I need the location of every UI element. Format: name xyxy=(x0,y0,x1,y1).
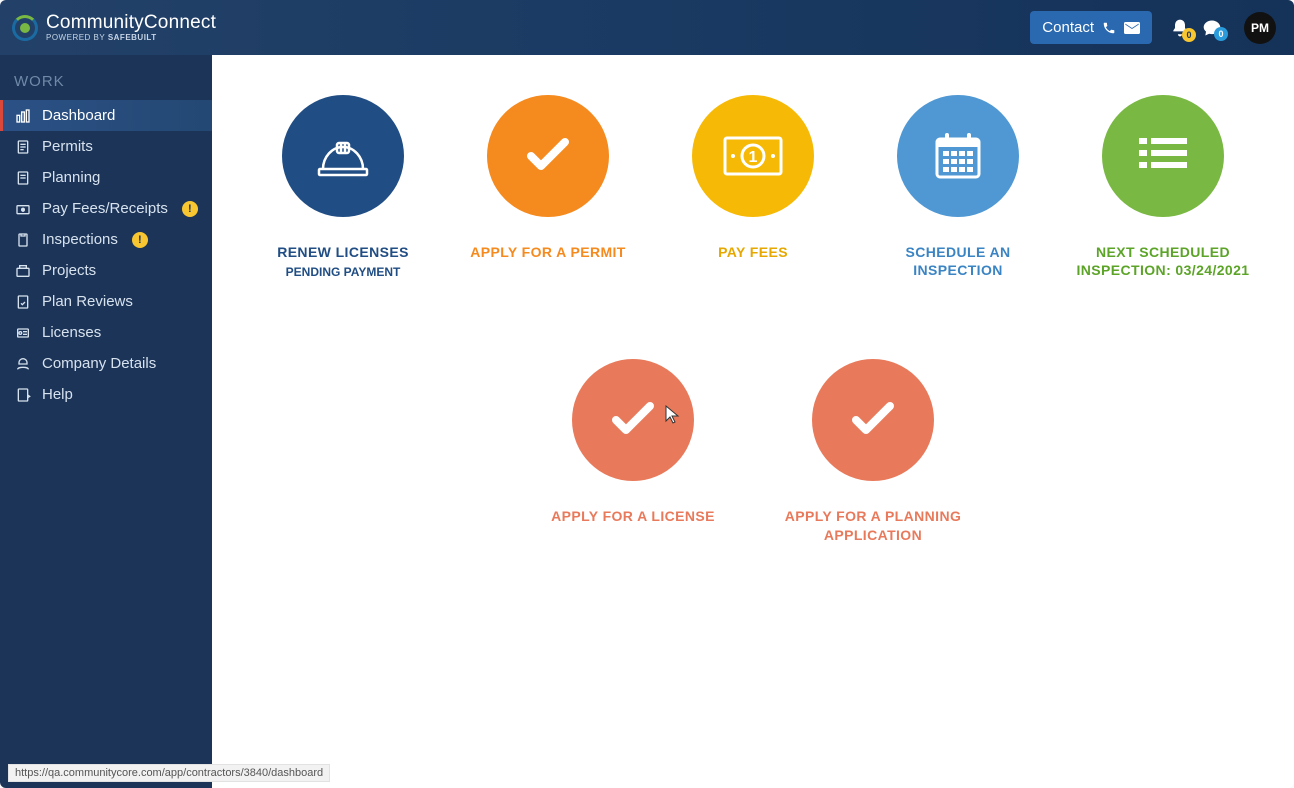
tile-apply-for-a-license[interactable]: APPLY FOR A LICENSE xyxy=(543,359,723,543)
hardhat-icon xyxy=(282,95,404,217)
brand-subtitle: POWERED BY SAFEbuilt xyxy=(46,34,216,42)
nav-icon xyxy=(14,139,32,155)
notifications-bell[interactable]: 0 xyxy=(1170,17,1190,39)
header: CommunityConnect POWERED BY SAFEbuilt Co… xyxy=(0,0,1294,55)
sidebar-item-label: Company Details xyxy=(42,355,156,372)
sidebar-item-permits[interactable]: Permits xyxy=(0,131,212,162)
tile-apply-for-a-permit[interactable]: APPLY FOR A PERMIT xyxy=(458,95,638,279)
tile-next-scheduled-inspection-03-24-2021[interactable]: NEXT SCHEDULED INSPECTION: 03/24/2021 xyxy=(1073,95,1253,279)
check-icon xyxy=(572,359,694,481)
nav-icon xyxy=(14,294,32,310)
sidebar-item-label: Dashboard xyxy=(42,107,115,124)
messages-chat[interactable]: 0 xyxy=(1202,18,1222,38)
nav-icon xyxy=(14,232,32,248)
sidebar-item-inspections[interactable]: Inspections! xyxy=(0,224,212,255)
avatar-initials: PM xyxy=(1251,21,1269,35)
nav-icon xyxy=(14,108,32,124)
avatar[interactable]: PM xyxy=(1244,12,1276,44)
nav-icon xyxy=(14,263,32,279)
sidebar-item-badge: ! xyxy=(182,201,198,217)
logo-icon xyxy=(12,15,38,41)
envelope-icon xyxy=(1124,22,1140,34)
tile-subtitle: PENDING PAYMENT xyxy=(286,265,401,279)
money-icon: 1 xyxy=(692,95,814,217)
sidebar-item-label: Pay Fees/Receipts xyxy=(42,200,168,217)
sidebar: WORK Dashboard Permits Planning $ Pay Fees/R… xyxy=(0,55,212,788)
sidebar-item-label: Licenses xyxy=(42,324,101,341)
tile-title: PAY FEES xyxy=(718,243,788,261)
tile-title: APPLY FOR A LICENSE xyxy=(551,507,715,525)
sidebar-item-badge: ! xyxy=(132,232,148,248)
tile-title: APPLY FOR A PLANNING APPLICATION xyxy=(783,507,963,543)
bell-badge: 0 xyxy=(1182,28,1196,42)
sidebar-item-label: Help xyxy=(42,386,73,403)
calendar-icon xyxy=(897,95,1019,217)
tile-schedule-an-inspection[interactable]: SCHEDULE AN INSPECTION xyxy=(868,95,1048,279)
brand-title: CommunityConnect xyxy=(46,13,216,32)
sidebar-item-company-details[interactable]: Company Details xyxy=(0,348,212,379)
phone-icon xyxy=(1102,21,1116,35)
nav-icon xyxy=(14,387,32,403)
list-icon xyxy=(1102,95,1224,217)
sidebar-item-pay-fees-receipts[interactable]: $ Pay Fees/Receipts! xyxy=(0,193,212,224)
nav-icon: $ xyxy=(14,201,32,217)
tile-renew-licenses[interactable]: RENEW LICENSES PENDING PAYMENT xyxy=(253,95,433,279)
sidebar-item-label: Planning xyxy=(42,169,100,186)
chat-badge: 0 xyxy=(1214,27,1228,41)
sidebar-item-label: Permits xyxy=(42,138,93,155)
sidebar-item-label: Inspections xyxy=(42,231,118,248)
svg-text:1: 1 xyxy=(749,149,758,166)
sidebar-item-label: Plan Reviews xyxy=(42,293,133,310)
sidebar-item-planning[interactable]: Planning xyxy=(0,162,212,193)
brand[interactable]: CommunityConnect POWERED BY SAFEbuilt xyxy=(12,13,216,42)
sidebar-item-label: Projects xyxy=(42,262,96,279)
status-bar-url: https://qa.communitycore.com/app/contrac… xyxy=(8,764,330,782)
nav-icon xyxy=(14,170,32,186)
tile-title: APPLY FOR A PERMIT xyxy=(470,243,626,261)
sidebar-item-help[interactable]: Help xyxy=(0,379,212,410)
check-icon xyxy=(487,95,609,217)
nav-icon xyxy=(14,325,32,341)
sidebar-item-plan-reviews[interactable]: Plan Reviews xyxy=(0,286,212,317)
nav-icon xyxy=(14,356,32,372)
sidebar-heading: WORK xyxy=(0,63,212,100)
tile-title: NEXT SCHEDULED INSPECTION: 03/24/2021 xyxy=(1073,243,1253,279)
sidebar-item-licenses[interactable]: Licenses xyxy=(0,317,212,348)
main-content: RENEW LICENSES PENDING PAYMENT APPLY FOR A… xyxy=(212,55,1294,788)
contact-label: Contact xyxy=(1042,19,1094,36)
check-icon xyxy=(812,359,934,481)
tile-apply-for-a-planning-application[interactable]: APPLY FOR A PLANNING APPLICATION xyxy=(783,359,963,543)
contact-button[interactable]: Contact xyxy=(1030,11,1152,44)
sidebar-item-projects[interactable]: Projects xyxy=(0,255,212,286)
tile-title: SCHEDULE AN INSPECTION xyxy=(868,243,1048,279)
tile-pay-fees[interactable]: 1 PAY FEES xyxy=(663,95,843,279)
sidebar-item-dashboard[interactable]: Dashboard xyxy=(0,100,212,131)
tile-title: RENEW LICENSES xyxy=(277,243,409,261)
